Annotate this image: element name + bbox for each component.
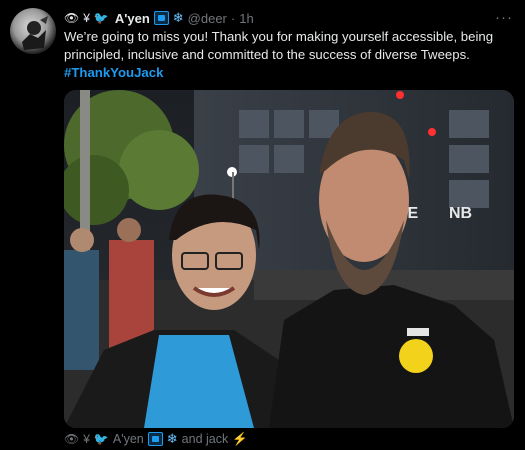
- author-avatar[interactable]: [10, 8, 56, 54]
- eye-icon: 👁: [64, 11, 80, 25]
- tagged-and-label[interactable]: and jack: [182, 432, 229, 446]
- building-emoji-icon: [147, 432, 163, 446]
- hashtag-link[interactable]: #ThankYouJack: [64, 64, 512, 82]
- tagged-user-name[interactable]: A'yen: [113, 432, 144, 446]
- yen-icon: ¥: [83, 11, 90, 25]
- svg-text:NB: NB: [449, 205, 472, 222]
- tweet-body: We’re going to miss you! Thank you for m…: [64, 28, 512, 82]
- user-handle[interactable]: @deer: [188, 11, 227, 26]
- bird-icon: 🐦: [93, 432, 109, 446]
- tweet-header: 👁 ¥ 🐦 A'yen ❄ @deer · 1h: [64, 9, 515, 27]
- more-options-icon[interactable]: ···: [495, 9, 513, 26]
- lightning-icon: ⚡: [232, 431, 248, 446]
- timestamp[interactable]: 1h: [239, 11, 253, 26]
- tweet-photo[interactable]: CE NB: [64, 90, 514, 428]
- bird-icon: 🐦: [93, 11, 109, 25]
- building-emoji-icon: [153, 11, 169, 25]
- tweet-text: We’re going to miss you! Thank you for m…: [64, 29, 494, 62]
- separator-dot: ·: [230, 10, 236, 26]
- snowflake-icon: ❄: [166, 431, 178, 446]
- display-name[interactable]: A'yen: [115, 11, 150, 26]
- eye-icon: 👁: [64, 432, 80, 446]
- yen-icon: ¥: [83, 432, 90, 446]
- tweet-footer: 👁 ¥ 🐦 A'yen ❄ and jack ⚡: [64, 430, 248, 448]
- snowflake-icon: ❄: [172, 10, 184, 25]
